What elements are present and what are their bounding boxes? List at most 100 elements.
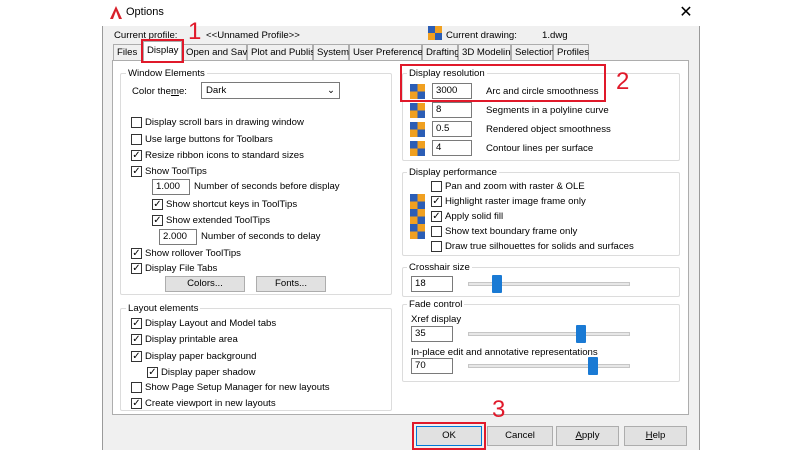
- annotation-box-ok-button: [412, 422, 486, 450]
- colors-button[interactable]: Colors...: [165, 276, 245, 292]
- annotation-step-2: 2: [616, 68, 630, 95]
- tab-display[interactable]: Display: [143, 41, 182, 61]
- rollover-tooltips-checkbox[interactable]: ✓: [131, 248, 142, 259]
- extended-delay-input[interactable]: 2.000: [159, 229, 197, 245]
- scrollbars-checkbox[interactable]: [131, 117, 142, 128]
- crosshair-size-slider-thumb[interactable]: [492, 275, 503, 293]
- color-theme-value: Dark: [206, 85, 227, 96]
- drawing-saved-icon: [410, 209, 425, 224]
- file-tabs-checkbox[interactable]: ✓: [131, 263, 142, 274]
- shortcut-keys-label: Show shortcut keys in ToolTips: [166, 199, 298, 210]
- pan-zoom-raster-label: Pan and zoom with raster & OLE: [445, 181, 585, 192]
- text-boundary-label: Show text boundary frame only: [445, 226, 578, 237]
- contour-lines-input[interactable]: 4: [432, 140, 472, 156]
- drawing-saved-icon: [410, 122, 425, 137]
- tab-plot-and-publish[interactable]: Plot and Publish: [247, 44, 320, 60]
- paper-shadow-checkbox[interactable]: ✓: [147, 367, 158, 378]
- autocad-logo-icon: [110, 6, 122, 19]
- inplace-edit-slider-thumb[interactable]: [587, 357, 598, 375]
- close-icon[interactable]: ✕: [676, 5, 696, 21]
- show-tooltips-checkbox[interactable]: ✓: [131, 166, 142, 177]
- tab-selection[interactable]: Selection: [511, 44, 554, 60]
- show-tooltips-label: Show ToolTips: [145, 166, 207, 177]
- paper-background-checkbox[interactable]: ✓: [131, 351, 142, 362]
- tab-drafting[interactable]: Drafting: [422, 44, 460, 60]
- create-viewport-checkbox[interactable]: ✓: [131, 398, 142, 409]
- file-tabs-label: Display File Tabs: [145, 263, 218, 274]
- contour-lines-label: Contour lines per surface: [486, 143, 594, 154]
- tooltip-seconds-label: Number of seconds before display: [194, 181, 340, 192]
- crosshair-size-title: Crosshair size: [407, 262, 472, 273]
- cancel-button[interactable]: Cancel: [487, 426, 553, 446]
- current-drawing-label: Current drawing:: [446, 30, 517, 41]
- xref-display-slider-thumb[interactable]: [576, 325, 587, 343]
- scrollbars-label: Display scroll bars in drawing window: [145, 117, 304, 128]
- large-buttons-checkbox[interactable]: [131, 134, 142, 145]
- drawing-saved-icon: [410, 141, 425, 156]
- current-profile-value: <<Unnamed Profile>>: [206, 30, 300, 41]
- text-boundary-checkbox[interactable]: [431, 226, 442, 237]
- apply-button[interactable]: Apply: [556, 426, 619, 446]
- extended-tooltips-checkbox[interactable]: ✓: [152, 215, 163, 226]
- annotation-step-3: 3: [492, 396, 506, 423]
- layout-tabs-label: Display Layout and Model tabs: [145, 318, 277, 329]
- xref-display-slider-track[interactable]: [468, 332, 630, 336]
- highlight-raster-checkbox[interactable]: ✓: [431, 196, 442, 207]
- drawing-saved-icon: [410, 103, 425, 118]
- window-title: Options: [126, 6, 164, 18]
- display-performance-title: Display performance: [407, 167, 499, 178]
- extended-delay-label: Number of seconds to delay: [201, 231, 321, 242]
- layout-elements-title: Layout elements: [126, 303, 201, 314]
- tab-open-and-save[interactable]: Open and Save: [182, 44, 253, 60]
- inplace-edit-label: In-place edit and annotative representat…: [411, 347, 598, 358]
- pan-zoom-raster-checkbox[interactable]: [431, 181, 442, 192]
- tab-profiles[interactable]: Profiles: [553, 44, 589, 60]
- rendered-smoothness-label: Rendered object smoothness: [486, 124, 611, 135]
- drawing-saved-icon: [410, 194, 425, 209]
- paper-background-label: Display paper background: [145, 351, 257, 362]
- printable-area-label: Display printable area: [145, 334, 238, 345]
- page-setup-label: Show Page Setup Manager for new layouts: [145, 382, 330, 393]
- tab-user-preferences[interactable]: User Preferences: [349, 44, 428, 60]
- layout-tabs-checkbox[interactable]: ✓: [131, 318, 142, 329]
- drawing-saved-icon: [410, 224, 425, 239]
- window-elements-title: Window Elements: [126, 68, 207, 79]
- fade-control-title: Fade control: [407, 299, 465, 310]
- color-theme-label: Color theme:: [132, 86, 187, 97]
- large-buttons-label: Use large buttons for Toolbars: [145, 134, 273, 145]
- chevron-down-icon: ⌄: [326, 85, 335, 96]
- xref-display-label: Xref display: [411, 314, 462, 325]
- page-setup-checkbox[interactable]: [131, 382, 142, 393]
- create-viewport-label: Create viewport in new layouts: [145, 398, 276, 409]
- paper-shadow-label: Display paper shadow: [161, 367, 256, 378]
- annotation-step-1: 1: [188, 18, 202, 45]
- current-drawing-value: 1.dwg: [542, 30, 568, 41]
- rollover-tooltips-label: Show rollover ToolTips: [145, 248, 241, 259]
- shortcut-keys-checkbox[interactable]: ✓: [152, 199, 163, 210]
- color-theme-select[interactable]: Dark ⌄: [201, 82, 340, 99]
- help-button[interactable]: Help: [624, 426, 687, 446]
- current-drawing-icon: [428, 26, 442, 40]
- tab-files[interactable]: Files: [113, 44, 143, 60]
- true-silhouettes-checkbox[interactable]: [431, 241, 442, 252]
- extended-tooltips-label: Show extended ToolTips: [166, 215, 270, 226]
- tab-system[interactable]: System: [313, 44, 349, 60]
- solid-fill-label: Apply solid fill: [445, 211, 504, 222]
- resize-ribbon-checkbox[interactable]: ✓: [131, 150, 142, 161]
- rendered-smoothness-input[interactable]: 0.5: [432, 121, 472, 137]
- polyline-segments-input[interactable]: 8: [432, 102, 472, 118]
- true-silhouettes-label: Draw true silhouettes for solids and sur…: [445, 241, 634, 252]
- fonts-button[interactable]: Fonts...: [256, 276, 326, 292]
- crosshair-size-input[interactable]: 18: [411, 276, 453, 292]
- highlight-raster-label: Highlight raster image frame only: [445, 196, 586, 207]
- xref-display-input[interactable]: 35: [411, 326, 453, 342]
- resize-ribbon-label: Resize ribbon icons to standard sizes: [145, 150, 304, 161]
- solid-fill-checkbox[interactable]: ✓: [431, 211, 442, 222]
- inplace-edit-slider-track[interactable]: [468, 364, 630, 368]
- inplace-edit-input[interactable]: 70: [411, 358, 453, 374]
- polyline-segments-label: Segments in a polyline curve: [486, 105, 609, 116]
- tooltip-seconds-input[interactable]: 1.000: [152, 179, 190, 195]
- annotation-box-display-resolution: [400, 64, 606, 102]
- printable-area-checkbox[interactable]: ✓: [131, 334, 142, 345]
- tab-3d-modeling[interactable]: 3D Modeling: [458, 44, 516, 60]
